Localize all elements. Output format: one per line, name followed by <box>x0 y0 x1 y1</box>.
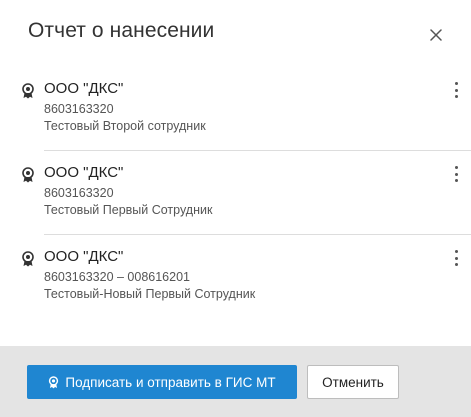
sign-and-send-button[interactable]: Подписать и отправить в ГИС МТ <box>27 365 297 399</box>
inn-value: 8603163320 <box>44 102 114 116</box>
employee-name: Тестовый Первый Сотрудник <box>44 203 213 217</box>
more-vertical-icon[interactable] <box>451 249 461 267</box>
list-item: ООО "ДКС" 8603163320 – 008616201 Тестовы… <box>0 235 471 319</box>
list-item: ООО "ДКС" 8603163320 Тестовый Первый Сот… <box>0 151 471 235</box>
signer-list: ООО "ДКС" 8603163320 Тестовый Второй сот… <box>0 67 471 319</box>
inn-value: 8603163320 – 008616201 <box>44 270 190 284</box>
certificate-seal-icon <box>49 375 59 388</box>
dialog-title: Отчет о нанесении <box>28 19 215 42</box>
employee-name: Тестовый Второй сотрудник <box>44 119 206 133</box>
sign-and-send-label: Подписать и отправить в ГИС МТ <box>65 374 276 390</box>
close-button[interactable] <box>425 24 447 46</box>
close-icon <box>430 29 442 41</box>
certificate-seal-icon <box>22 251 34 267</box>
dialog-footer: Подписать и отправить в ГИС МТ Отменить <box>0 346 471 417</box>
certificate-seal-icon <box>22 83 34 99</box>
more-vertical-icon[interactable] <box>451 81 461 99</box>
more-vertical-icon[interactable] <box>451 165 461 183</box>
organization-name: ООО "ДКС" <box>44 80 124 97</box>
report-dialog: Отчет о нанесении ООО "ДКС" 8603163320 Т… <box>0 0 471 417</box>
cancel-label: Отменить <box>322 374 384 390</box>
employee-name: Тестовый-Новый Первый Сотрудник <box>44 287 256 301</box>
inn-value: 8603163320 <box>44 186 114 200</box>
organization-name: ООО "ДКС" <box>44 248 124 265</box>
dialog-header: Отчет о нанесении <box>0 0 471 64</box>
list-item: ООО "ДКС" 8603163320 Тестовый Второй сот… <box>0 67 471 151</box>
cancel-button[interactable]: Отменить <box>307 365 399 399</box>
organization-name: ООО "ДКС" <box>44 164 124 181</box>
certificate-seal-icon <box>22 167 34 183</box>
